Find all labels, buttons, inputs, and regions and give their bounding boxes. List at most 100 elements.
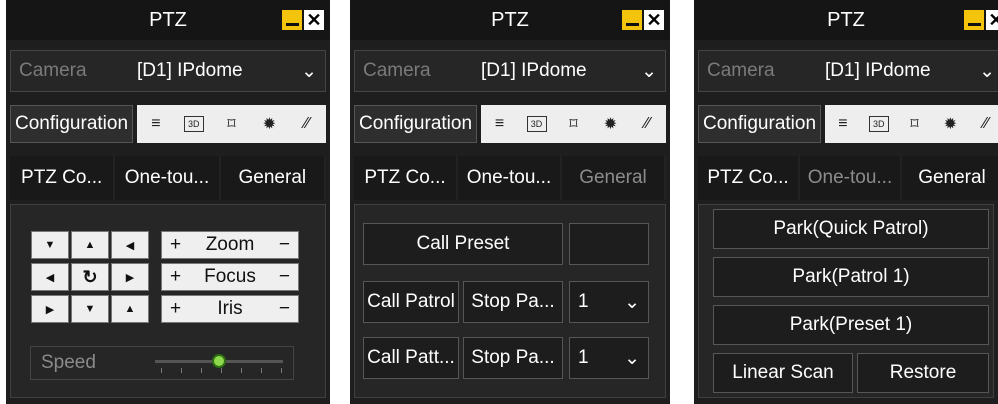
configuration-row: Configuration ≡ 3D ⌑ ✹ ⁄⁄ [698,104,998,144]
pan-up-left-button[interactable]: ▼ [31,231,69,259]
slider-tick [201,368,202,373]
minimize-icon[interactable] [282,10,302,30]
window-buttons: ✕ [964,10,998,30]
slider-tick [221,368,222,373]
ptz-panel-one-touch: PTZ ✕ Camera [D1] IPdome ⌄ Configuration… [350,0,670,404]
3d-icon[interactable]: 3D [526,116,547,132]
light-icon[interactable]: ✹ [600,114,620,134]
configuration-button[interactable]: Configuration [354,105,478,143]
configuration-button[interactable]: Configuration [698,105,822,143]
focus-label: Focus [204,266,256,287]
iris-control: + Iris − [161,295,299,323]
window-buttons: ✕ [622,10,664,30]
tab-one-touch[interactable]: One-tou... [115,156,221,200]
pan-down-button[interactable]: ▼ [71,295,109,323]
close-icon[interactable]: ✕ [644,10,664,30]
wiper-icon[interactable]: ⁄⁄ [297,114,317,134]
zoom-in-button[interactable]: + [170,234,181,256]
title-bar: PTZ ✕ [694,0,998,40]
tab-general[interactable]: General [902,156,998,200]
speed-slider-knob[interactable] [212,354,226,368]
camera-select[interactable]: [D1] IPdome ⌄ [481,60,665,83]
close-icon[interactable]: ✕ [986,10,998,30]
stop-pattern-button[interactable]: Stop Pa... [463,337,563,379]
chevron-down-icon: ⌄ [624,291,640,313]
chevron-down-icon: ⌄ [624,347,640,369]
wiper-icon[interactable]: ⁄⁄ [976,114,996,134]
ptz-panel-general: PTZ ✕ Camera [D1] IPdome ⌄ Configuration… [694,0,998,404]
iris-close-button[interactable]: − [279,298,290,320]
camera-select[interactable]: [D1] IPdome ⌄ [137,60,325,83]
stop-patrol-button[interactable]: Stop Pa... [463,281,563,323]
refresh-icon[interactable]: ↻ [71,263,109,291]
frame-icon[interactable]: ⌑ [563,114,583,134]
pan-up-right-button[interactable]: ◀ [111,231,149,259]
tab-ptz-control[interactable]: PTZ Co... [698,156,800,200]
zoom-label: Zoom [205,234,255,255]
menu-icon[interactable]: ≡ [833,114,853,134]
frame-icon[interactable]: ⌑ [221,114,241,134]
pan-down-right-button[interactable]: ▲ [111,295,149,323]
call-preset-button[interactable]: Call Preset [363,223,563,265]
zoom-out-button[interactable]: − [279,234,290,256]
pan-down-left-button[interactable]: ▶ [31,295,69,323]
speed-row: Speed [30,346,294,380]
one-touch-content: Call Preset Call Patrol Stop Pa... 1 ⌄ C… [354,204,666,398]
ptz-toolbar: ≡ 3D ⌑ ✹ ⁄⁄ [481,105,666,143]
speed-slider[interactable] [149,348,293,378]
window-title: PTZ [149,8,187,31]
park-patrol-button[interactable]: Park(Patrol 1) [713,257,989,297]
linear-scan-button[interactable]: Linear Scan [713,353,853,393]
focus-control: + Focus − [161,263,299,291]
minimize-icon[interactable] [622,10,642,30]
tab-bar: PTZ Co... One-tou... General [10,156,326,200]
ptz-panel-control: PTZ ✕ Camera [D1] IPdome ⌄ Configuration… [6,0,330,404]
call-patrol-button[interactable]: Call Patrol [363,281,459,323]
focus-in-button[interactable]: + [170,266,181,288]
park-preset-button[interactable]: Park(Preset 1) [713,305,989,345]
menu-icon[interactable]: ≡ [146,114,166,134]
minimize-icon[interactable] [964,10,984,30]
frame-icon[interactable]: ⌑ [904,114,924,134]
3d-icon[interactable]: 3D [868,116,889,132]
zoom-control: + Zoom − [161,231,299,259]
3d-icon[interactable]: 3D [183,116,204,132]
patrol-value: 1 [578,291,589,312]
focus-out-button[interactable]: − [279,266,290,288]
restore-button[interactable]: Restore [857,353,989,393]
light-icon[interactable]: ✹ [940,114,960,134]
ptz-toolbar: ≡ 3D ⌑ ✹ ⁄⁄ [137,105,326,143]
light-icon[interactable]: ✹ [259,114,279,134]
camera-select[interactable]: [D1] IPdome ⌄ [825,60,998,83]
tab-general[interactable]: General [562,156,666,200]
pan-right-button[interactable]: ▶ [111,263,149,291]
close-icon[interactable]: ✕ [304,10,324,30]
slider-tick [181,368,182,373]
ptz-toolbar: ≡ 3D ⌑ ✹ ⁄⁄ [825,105,998,143]
preset-number-input[interactable] [569,223,649,265]
menu-icon[interactable]: ≡ [490,114,510,134]
title-bar: PTZ ✕ [6,0,330,40]
iris-label: Iris [217,298,243,319]
pan-left-button[interactable]: ◀ [31,263,69,291]
camera-value: [D1] IPdome [481,60,587,81]
tab-one-touch[interactable]: One-tou... [458,156,562,200]
call-pattern-button[interactable]: Call Patt... [363,337,459,379]
tab-bar: PTZ Co... One-tou... General [698,156,998,200]
tab-general[interactable]: General [220,156,326,200]
pattern-select[interactable]: 1 ⌄ [569,337,649,379]
tab-ptz-control[interactable]: PTZ Co... [354,156,458,200]
park-quick-patrol-button[interactable]: Park(Quick Patrol) [713,209,989,249]
configuration-button[interactable]: Configuration [10,105,134,143]
iris-open-button[interactable]: + [170,298,181,320]
tab-one-touch[interactable]: One-tou... [800,156,902,200]
configuration-row: Configuration ≡ 3D ⌑ ✹ ⁄⁄ [10,104,326,144]
tab-ptz-control[interactable]: PTZ Co... [10,156,116,200]
pattern-value: 1 [578,347,589,368]
chevron-down-icon: ⌄ [979,60,995,82]
camera-label: Camera [707,60,775,81]
wiper-icon[interactable]: ⁄⁄ [637,114,657,134]
pan-up-button[interactable]: ▲ [71,231,109,259]
configuration-row: Configuration ≡ 3D ⌑ ✹ ⁄⁄ [354,104,666,144]
patrol-select[interactable]: 1 ⌄ [569,281,649,323]
